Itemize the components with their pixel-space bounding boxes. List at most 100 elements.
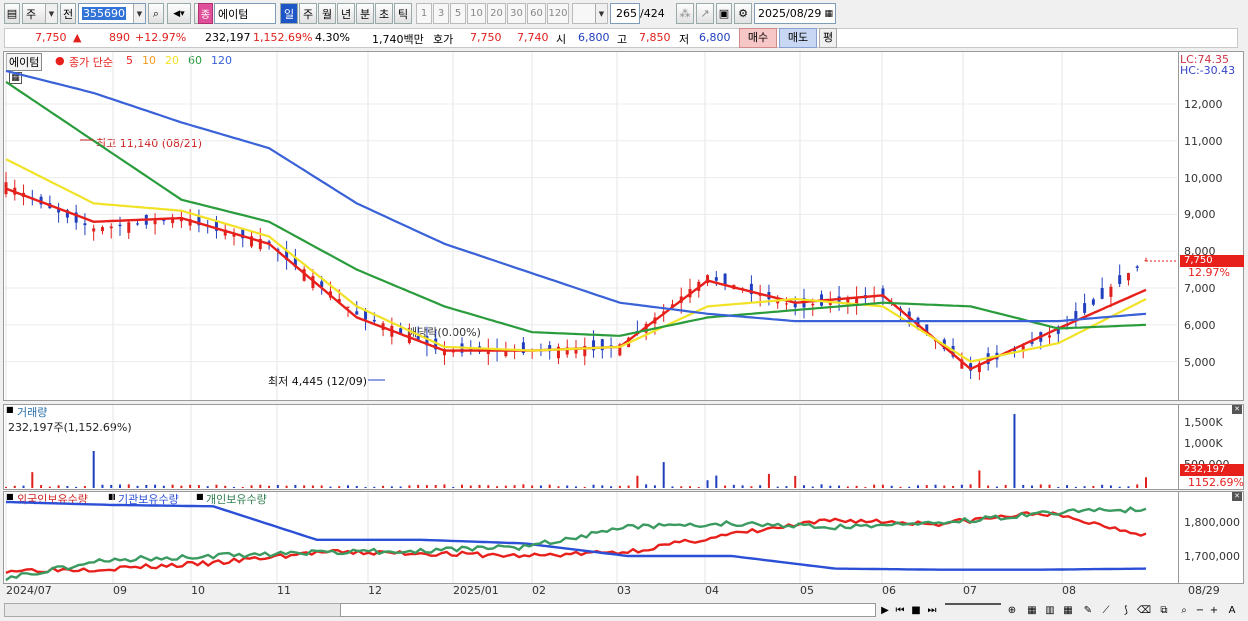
number-button-60[interactable]: 60: [527, 3, 546, 24]
forward-icon[interactable]: ⏭: [925, 603, 939, 617]
ma-legend-20: 20: [165, 54, 179, 67]
interval-1[interactable]: 주: [299, 3, 317, 24]
chart-window: { "toolbar":{"market":"주","period_mode":…: [0, 0, 1248, 621]
scale-icon[interactable]: ⁂: [676, 3, 694, 24]
current-price: 7,750: [35, 31, 67, 44]
gear-icon[interactable]: ⚙: [734, 3, 752, 24]
turnover-rate: 4.30%: [315, 31, 350, 44]
chevron-down-icon: ▼: [45, 4, 57, 23]
max-price-note: 최고 11,140 (08/21): [96, 137, 203, 150]
total-count: /424: [640, 7, 665, 20]
high-label: 고: [617, 33, 628, 46]
stock-badge-icon: 종: [198, 3, 213, 24]
chevron-down-icon: ▼: [595, 4, 607, 23]
x-axis-end-label: 08/29: [1188, 584, 1220, 597]
price-tick: 5,000: [1184, 355, 1216, 369]
average-button[interactable]: 평: [819, 28, 837, 48]
magnifier-icon[interactable]: ⌕: [1176, 603, 1192, 617]
price-panel: [3, 51, 1179, 401]
draw-icon[interactable]: ✎: [1080, 603, 1096, 617]
holding-tick-2: 1,700,000: [1184, 550, 1240, 563]
layout-icon[interactable]: ▤: [4, 3, 20, 24]
buy-button[interactable]: 매수: [739, 28, 777, 48]
market-select[interactable]: 주 ▼: [22, 3, 58, 24]
number-button-3[interactable]: 3: [433, 3, 449, 24]
number-button-10[interactable]: 10: [467, 3, 486, 24]
interval-4[interactable]: 분: [356, 3, 374, 24]
line-icon[interactable]: ↗: [696, 3, 714, 24]
price-change: 890: [109, 31, 130, 44]
chevron-down-icon: ▼: [133, 4, 145, 23]
period-mode-button[interactable]: 전: [60, 3, 76, 24]
date-value: 2025/08/29: [758, 7, 822, 20]
interval-3[interactable]: 년: [337, 3, 355, 24]
volume-ratio: 1,152.69%: [253, 31, 313, 44]
x-axis-label: 2025/01: [453, 584, 499, 597]
custom-number-select[interactable]: ▼: [572, 3, 608, 24]
line-tool-icon[interactable]: ⟋: [1098, 603, 1114, 617]
toolbar: ▤ 주▼ 전 355690▼ ⌕ ◀▾ ◀ 종 에이텀 일주월년분초틱 1351…: [0, 3, 1248, 25]
grid-icon[interactable]: ▦: [9, 72, 22, 84]
interval-0[interactable]: 일: [280, 3, 298, 24]
zoom-out-icon[interactable]: −: [1194, 603, 1206, 617]
interval-6[interactable]: 틱: [394, 3, 412, 24]
stop-icon[interactable]: ■: [910, 603, 922, 617]
price-tick: 9,000: [1184, 208, 1216, 222]
zoom-slider[interactable]: [945, 603, 1001, 617]
rewind-icon[interactable]: ⏮: [893, 603, 907, 617]
sell-button[interactable]: 매도: [779, 28, 817, 48]
save-icon[interactable]: ▣: [716, 3, 732, 24]
count-input[interactable]: 265: [610, 3, 640, 24]
number-button-30[interactable]: 30: [507, 3, 526, 24]
grid-toggle-icon[interactable]: ▦: [1024, 603, 1040, 617]
number-button-120[interactable]: 120: [547, 3, 569, 24]
close-icon[interactable]: ✕: [1232, 492, 1242, 501]
ma-legend-60: 60: [188, 54, 202, 67]
x-axis-label: 07: [963, 584, 977, 597]
number-button-1[interactable]: 1: [416, 3, 432, 24]
market-label: 주: [26, 7, 37, 21]
fibo-icon[interactable]: ⟆: [1118, 603, 1134, 617]
x-axis-label: 2024/07: [6, 584, 52, 597]
price-tick: 10,000: [1184, 171, 1223, 185]
legend-dot: ●: [55, 54, 65, 67]
ma-legend-5: 5: [126, 54, 133, 67]
price-tick: 11,000: [1184, 134, 1223, 148]
vol-tick-2: 1,000K: [1184, 437, 1223, 450]
date-input[interactable]: 2025/08/29 ▦: [754, 3, 836, 24]
volume-title: 거래량: [17, 406, 48, 419]
legend-institution: 기관보유수량: [118, 493, 179, 506]
interval-2[interactable]: 월: [318, 3, 336, 24]
scrollbar-thumb[interactable]: [340, 603, 876, 617]
search-icon[interactable]: ⌕: [148, 3, 164, 24]
open-price: 6,800: [578, 31, 610, 44]
close-icon[interactable]: ✕: [1232, 405, 1242, 414]
calendar-icon[interactable]: ▦: [1060, 603, 1076, 617]
font-size-icon[interactable]: A: [1224, 603, 1240, 617]
sound-icon[interactable]: ◀▾: [167, 3, 191, 24]
code-input[interactable]: 355690 ▼: [78, 3, 146, 24]
ma-legend-10: 10: [142, 54, 156, 67]
vol-tick-1: 1,500K: [1184, 416, 1223, 429]
stock-name-field[interactable]: 에이텀: [214, 3, 276, 24]
open-label: 시: [556, 33, 567, 46]
number-button-5[interactable]: 5: [450, 3, 466, 24]
legend-foreign: 외국인보유수량: [17, 493, 88, 506]
copy-icon[interactable]: ⧉: [1156, 603, 1172, 617]
min-price-note: 최저 4,445 (12/09): [268, 375, 368, 388]
legend-title: 종가 단순: [69, 56, 113, 69]
zoom-fit-icon[interactable]: ⊕: [1004, 603, 1020, 617]
legend-dot: ■: [6, 492, 14, 501]
interval-5[interactable]: 초: [375, 3, 393, 24]
play-icon[interactable]: ▶: [880, 603, 890, 617]
ask-price: 7,750: [470, 31, 502, 44]
number-button-20[interactable]: 20: [487, 3, 506, 24]
eraser-icon[interactable]: ⌫: [1136, 603, 1152, 617]
price-tick: 7,000: [1184, 282, 1216, 295]
legend-dot: ■: [196, 492, 204, 501]
x-axis-label: 04: [705, 584, 719, 597]
volume-panel: [3, 404, 1179, 490]
bar-icon[interactable]: ▥: [1042, 603, 1058, 617]
up-arrow-icon: ▲: [73, 31, 82, 44]
zoom-in-icon[interactable]: +: [1208, 603, 1220, 617]
